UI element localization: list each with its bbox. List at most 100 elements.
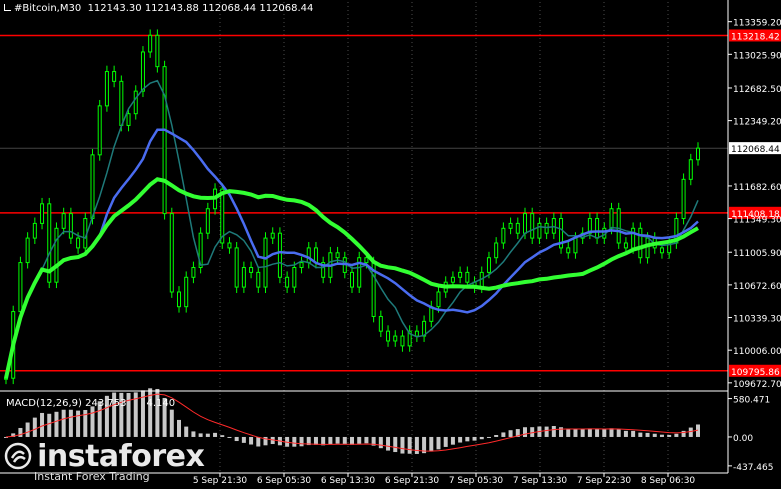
candle-body [76,237,81,249]
level-label: 109795.86 [731,368,780,378]
chart-menu-icon[interactable] [4,4,11,11]
candle-body [436,291,441,308]
macd-histogram-bar [364,436,369,444]
candle-body [523,213,527,234]
candle-body [530,213,535,239]
candle-body [659,247,664,254]
candle-body [631,227,636,249]
macd-histogram-bar [465,436,470,442]
candle-body [155,34,160,68]
macd-histogram-bar [458,436,463,443]
candle-body [378,315,383,332]
macd-histogram-bar [450,436,455,445]
macd-histogram-bar [357,436,362,444]
macd-histogram-bar [335,436,340,444]
macd-histogram-bar [472,436,477,441]
macd-histogram-bar [386,436,391,451]
candle-body [313,247,318,264]
macd-histogram-bar [609,428,614,437]
macd-histogram-bar [292,436,297,447]
macd-histogram-bar [177,419,181,437]
macd-histogram-bar [659,434,664,437]
macd-histogram-bar [674,433,679,437]
macd-histogram-bar [580,429,585,437]
candle-body [133,90,138,115]
candle-body [696,147,700,161]
candle-body [18,262,23,313]
macd-histogram-bar [566,428,571,437]
macd-histogram-bar [595,429,600,437]
macd-histogram-bar [602,429,607,437]
candle-body [458,271,463,278]
candle-body [234,247,239,288]
candle-body [638,227,643,259]
macd-tick-label: -437.465 [733,463,773,473]
candle-body [609,208,614,229]
price-tick-label: 110006.00 [733,347,781,357]
candle-body [400,335,405,347]
macd-tick-label: 580.471 [733,396,770,406]
candle-body [277,232,282,278]
candle-body [227,242,232,249]
candle-body [335,252,340,259]
macd-histogram-bar [652,433,657,437]
macd-histogram-bar [184,426,189,437]
candle-body [256,271,261,288]
candle-body [140,51,145,92]
candle-body [249,266,254,273]
macd-histogram-bar [256,436,261,447]
candle-body [645,237,650,259]
candle-body [90,154,95,220]
macd-histogram-bar [220,435,225,437]
price-tick-label: 111682.60 [733,183,781,193]
watermark-brand: instaforex [37,439,205,474]
macd-tick-label: 0.00 [733,434,753,444]
candle-body [270,232,275,239]
candle-body [537,222,542,239]
macd-histogram-bar [414,436,419,454]
candle-body [285,276,290,288]
candle-body [681,178,686,220]
level-label: 113218.42 [731,32,780,42]
macd-histogram-bar [213,432,218,437]
candle-body [486,257,491,273]
macd-histogram-bar [623,430,628,437]
macd-histogram-bar [587,428,592,437]
macd-histogram-bar [494,435,499,437]
candle-body [299,262,304,268]
macd-histogram-bar [400,436,405,454]
candle-body [494,242,499,259]
macd-histogram-bar [90,406,95,437]
macd-histogram-bar [645,432,650,437]
candle-body [595,218,600,239]
time-tick-label: 6 Sep 21:30 [385,476,440,486]
candle-body [393,335,398,342]
price-tick-label: 113359.20 [733,19,781,29]
candle-body [68,213,73,239]
price-tick-label: 110339.30 [733,315,781,325]
macd-histogram-bar [249,436,254,445]
macd-histogram-bar [436,436,441,450]
candle-body [126,113,131,126]
candle-body [263,237,268,288]
candle-body [169,213,174,293]
candle-body [306,247,311,264]
candle-body [508,222,513,229]
macd-histogram-bar [407,436,412,454]
price-chart[interactable]: 113218.42111408.18109795.86112068.44 113… [0,0,781,489]
instaforex-logo-icon [4,442,32,470]
candle-body [148,34,153,53]
macd-label: MACD(12,26,9) 243.753 4.140 [6,398,175,409]
time-tick-label: 7 Sep 13:30 [513,476,568,486]
candle-body [241,266,246,288]
macd-histogram-bar [523,427,527,437]
macd-histogram-bar [688,427,693,437]
price-tick-label: 112682.50 [733,85,781,95]
macd-histogram-bar [573,428,578,437]
candle-body [623,242,628,249]
candle-body [515,222,520,234]
candle-body [162,66,167,215]
macd-histogram-bar [429,436,434,452]
macd-histogram-bar [198,433,203,437]
candle-body [205,208,210,234]
